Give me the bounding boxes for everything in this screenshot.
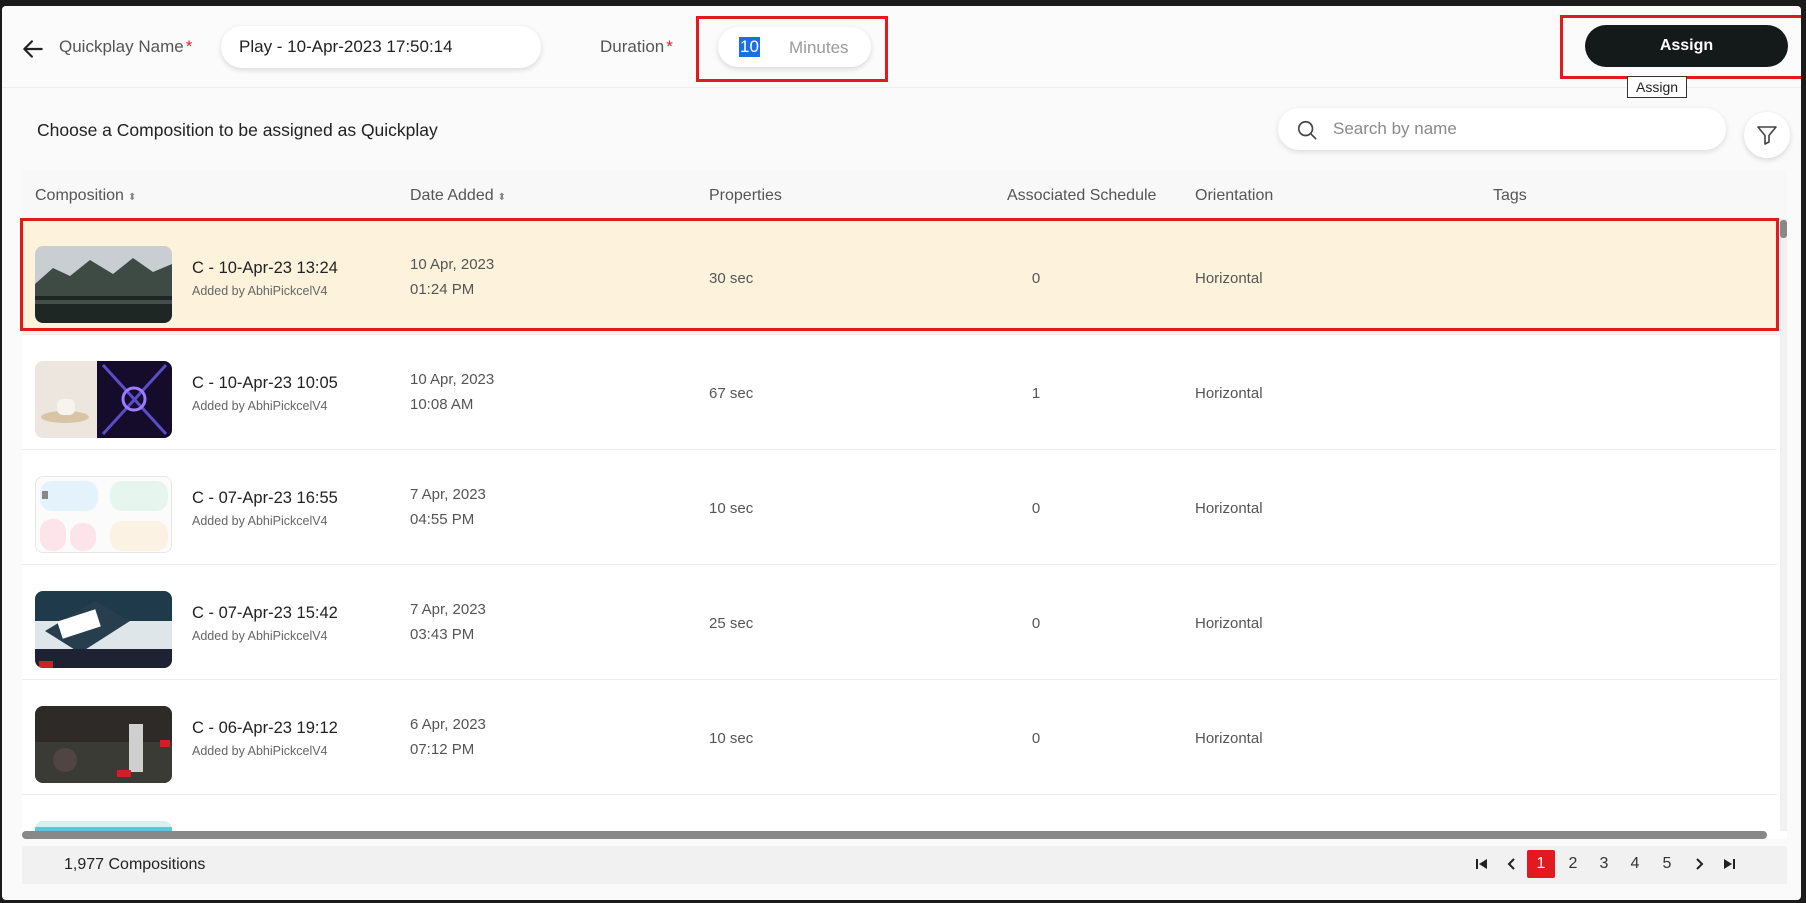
search-input[interactable] [1333,108,1713,150]
orientation: Horizontal [1195,270,1263,287]
orientation: Horizontal [1195,730,1263,747]
orientation: Horizontal [1195,385,1263,402]
time-added: 01:24 PM [410,281,475,298]
time-added: 10:08 AM [410,396,474,413]
associated-schedule-count: 1 [1031,385,1041,402]
date-added: 6 Apr, 2023 [410,716,486,733]
quickplay-name-input[interactable] [221,26,541,68]
quickplay-window: Quickplay Name* Duration* 10 Minutes Ass… [2,6,1801,900]
duration-input[interactable]: 10 Minutes [718,27,871,67]
first-page-icon[interactable] [1470,850,1494,878]
duration-unit: Minutes [789,38,849,57]
table-row[interactable]: C - 07-Apr-23 15:42 Added by AbhiPickcel… [22,565,1777,680]
orientation: Horizontal [1195,500,1263,517]
last-page-icon[interactable] [1717,850,1741,878]
associated-schedule-count: 0 [1031,730,1041,747]
composition-added-by: Added by AbhiPickcelV4 [192,514,328,528]
composition-added-by: Added by AbhiPickcelV4 [192,744,328,758]
page-button-3[interactable]: 3 [1590,850,1618,878]
table-row[interactable] [22,795,1777,831]
quickplay-name-label: Quickplay Name * [59,37,193,56]
page-button-5[interactable]: 5 [1653,850,1681,878]
compositions-count: 1,977 Compositions [64,856,206,873]
duration-value[interactable]: 10 [739,37,760,57]
composition-name: C - 07-Apr-23 16:55 [192,489,338,507]
properties-duration: 10 sec [709,730,754,747]
column-header-date-added[interactable]: Date Added ⬍ [410,187,506,205]
column-header-tags: Tags [1493,187,1527,204]
page-button-4[interactable]: 4 [1621,850,1649,878]
properties-duration: 25 sec [709,615,754,632]
column-header-associated-schedule: Associated Schedule [1007,187,1157,204]
date-added: 10 Apr, 2023 [410,371,495,388]
table-row[interactable]: C - 07-Apr-23 16:55 Added by AbhiPickcel… [22,450,1777,565]
composition-added-by: Added by AbhiPickcelV4 [192,629,328,643]
composition-name: C - 06-Apr-23 19:12 [192,719,338,737]
composition-name: C - 10-Apr-23 10:05 [192,374,338,392]
filter-icon [1757,126,1777,145]
time-added: 07:12 PM [410,741,475,758]
assign-button[interactable]: Assign [1585,25,1788,67]
associated-schedule-count: 0 [1031,500,1041,517]
date-added: 10 Apr, 2023 [410,256,495,273]
composition-name: C - 07-Apr-23 15:42 [192,604,338,622]
table-body: C - 10-Apr-23 13:24 Added by AbhiPickcel… [22,220,1777,831]
composition-thumbnail [35,706,172,783]
pagination-bar: 1,977 Compositions 1 2 3 4 5 [22,846,1787,884]
table-row[interactable]: C - 10-Apr-23 10:05 Added by AbhiPickcel… [22,335,1777,450]
sort-icon[interactable]: ⬍ [498,192,506,203]
page-button-2[interactable]: 2 [1559,850,1587,878]
table-header: Composition ⬍ Date Added ⬍ Properties Asso… [22,170,1787,220]
time-added: 04:55 PM [410,511,475,528]
column-header-orientation: Orientation [1195,187,1274,204]
prev-page-icon[interactable] [1500,850,1524,878]
column-header-composition[interactable]: Composition ⬍ [35,187,136,205]
sort-icon[interactable]: ⬍ [128,192,136,203]
page-button-1[interactable]: 1 [1527,850,1555,878]
vertical-scrollbar[interactable] [1780,220,1787,831]
composition-thumbnail [35,591,172,668]
column-header-properties: Properties [709,187,782,204]
composition-added-by: Added by AbhiPickcelV4 [192,284,328,298]
table-row[interactable]: C - 10-Apr-23 13:24 Added by AbhiPickcel… [22,220,1777,335]
composition-thumbnail [35,361,172,438]
time-added: 03:43 PM [410,626,475,643]
assign-tooltip: Assign [1627,76,1688,98]
composition-thumbnail [35,246,172,323]
horizontal-scrollbar[interactable] [22,831,1767,839]
top-bar: Quickplay Name* Duration* 10 Minutes Ass… [2,6,1801,88]
compositions-table: Composition ⬍ Date Added ⬍ Properties Asso… [20,170,1787,839]
filter-button[interactable] [1744,112,1790,158]
composition-added-by: Added by AbhiPickcelV4 [192,399,328,413]
composition-thumbnail [35,476,172,553]
properties-duration: 67 sec [709,385,754,402]
composition-name: C - 10-Apr-23 13:24 [192,259,338,277]
orientation: Horizontal [1195,615,1263,632]
search-icon [1297,120,1317,140]
date-added: 7 Apr, 2023 [410,601,486,618]
composition-thumbnail [35,821,172,831]
search-box[interactable] [1278,108,1726,150]
date-added: 7 Apr, 2023 [410,486,486,503]
page-title: Choose a Composition to be assigned as Q… [37,120,438,140]
duration-label: Duration * [600,37,673,56]
table-row[interactable]: C - 06-Apr-23 19:12 Added by AbhiPickcel… [22,680,1777,795]
properties-duration: 10 sec [709,500,754,517]
associated-schedule-count: 0 [1031,615,1041,632]
associated-schedule-count: 0 [1031,270,1041,287]
next-page-icon[interactable] [1687,850,1711,878]
properties-duration: 30 sec [709,270,754,287]
back-arrow-icon[interactable] [20,36,46,62]
